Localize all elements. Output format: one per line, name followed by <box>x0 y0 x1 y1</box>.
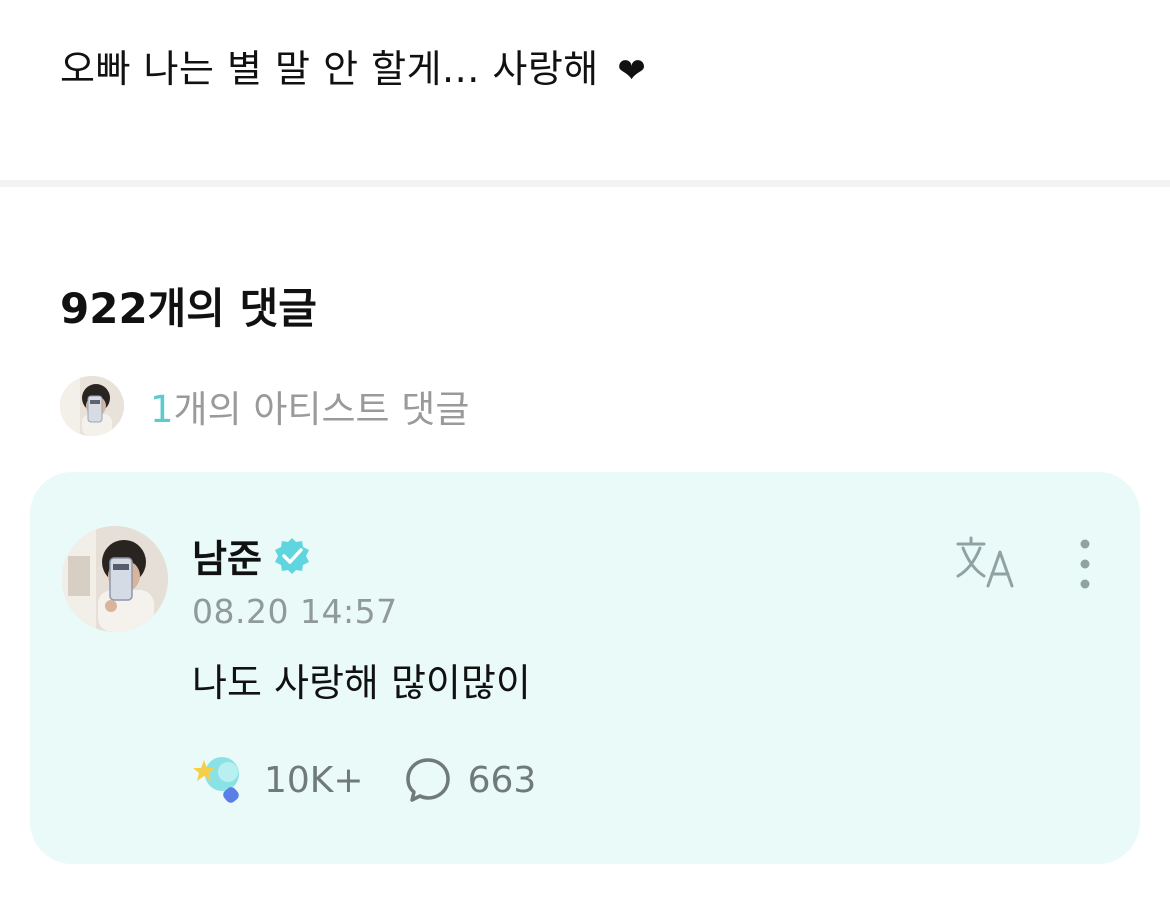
comment-bubble-icon[interactable] <box>404 756 452 804</box>
section-divider <box>0 180 1170 187</box>
artist-comments-text: 개의 아티스트 댓글 <box>173 388 470 431</box>
comment-body: 나도 사랑해 많이많이 <box>192 661 531 705</box>
verified-badge-icon <box>274 537 309 574</box>
artist-comments-toggle[interactable]: 1개의 아티스트 댓글 <box>60 376 469 436</box>
reply-count: 663 <box>467 759 537 801</box>
comment-actions: 10K+ 663 <box>192 754 536 806</box>
artist-comment-card: 남준 08.20 14:57 나도 사랑해 많이많이 10K+ 663 <box>30 472 1140 864</box>
post-text-content: 오빠 나는 별 말 안 할게... 사랑해 <box>60 47 599 91</box>
translate-icon[interactable] <box>954 534 1020 590</box>
heart-icon: ❤ <box>617 51 647 91</box>
author-name: 남준 <box>192 537 262 581</box>
comment-author[interactable]: 남준 <box>192 528 312 583</box>
more-vertical-icon[interactable] <box>1070 536 1100 592</box>
artist-comments-label: 1개의 아티스트 댓글 <box>150 379 469 433</box>
artist-comments-count: 1 <box>150 388 174 431</box>
artist-avatar-small <box>60 376 124 436</box>
like-count: 10K+ <box>264 759 364 801</box>
author-avatar[interactable] <box>62 526 168 632</box>
light-stick-like-icon[interactable] <box>192 754 246 806</box>
comments-count-title: 922개의 댓글 <box>60 284 317 333</box>
post-text: 오빠 나는 별 말 안 할게... 사랑해 ❤ <box>60 38 646 93</box>
comment-timestamp: 08.20 14:57 <box>192 592 398 631</box>
